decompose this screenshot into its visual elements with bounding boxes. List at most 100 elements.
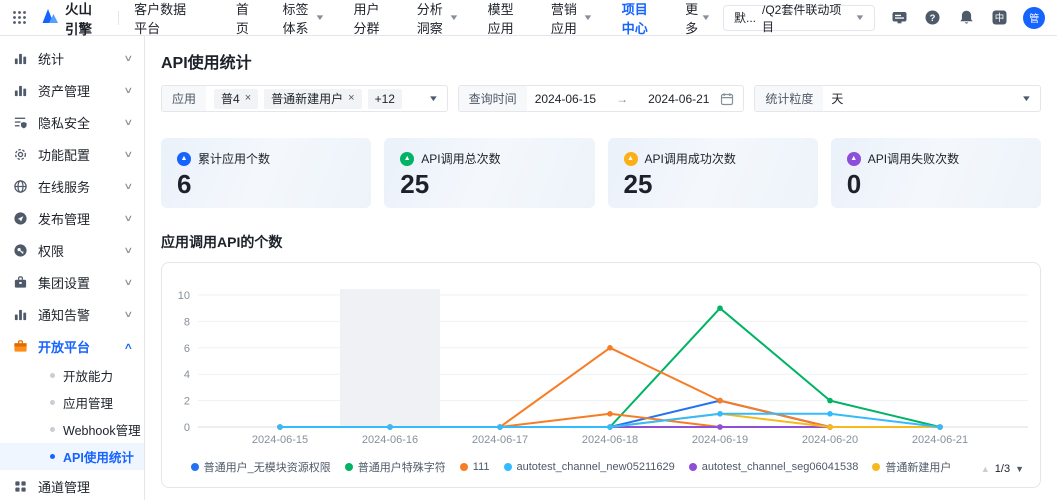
sidebar-item-1[interactable]: 资产管理 ∨ [0, 74, 144, 106]
chevron-down-icon: ∨ [123, 116, 134, 127]
nav-item-label: 更多 [685, 1, 699, 36]
line-chart: 0 2 4 6 8 10 2024-06-15 2024-06-16 2024-06-17 202… [162, 271, 1040, 452]
sidebar-subitem-label: 应用管理 [63, 397, 114, 411]
bar-chart-icon [12, 306, 28, 322]
chart-section-title: 应用调用API的个数 [161, 234, 283, 250]
legend-label: 普通新建用户 [885, 462, 952, 474]
filter-tag-2[interactable]: +12 [367, 88, 402, 109]
stat-label: API调用总次数 [421, 152, 501, 166]
filter-tag-1[interactable]: 普通新建用户 × [264, 88, 362, 109]
stat-label: API调用失败次数 [867, 152, 960, 166]
nav-item-6[interactable]: 项目中心 [609, 0, 668, 36]
legend-item-4[interactable]: autotest_channel_seg06041538 [688, 461, 858, 473]
sidebar-item-0[interactable]: 统计 ∨ [0, 42, 144, 74]
nav-item-0[interactable]: 首页 [223, 0, 266, 36]
date-range-filter[interactable]: 查询时间 2024-06-15 → 2024-06-21 [457, 85, 745, 112]
apps-grid-icon[interactable] [12, 10, 27, 25]
sidebar-item-2[interactable]: 隐私安全 ∨ [0, 106, 144, 138]
chevron-up-icon: ∧ [123, 340, 134, 351]
legend-label: 普通用户特殊字符 [357, 462, 446, 474]
apps-icon [12, 478, 28, 494]
legend-page-indicator: 1/3 [994, 463, 1011, 475]
page-title: API使用统计 [161, 55, 252, 72]
sidebar-item-label: 资产管理 [38, 83, 91, 99]
app-filter[interactable]: 应用 普4 × 普通新建用户 × +12 ▼ [161, 85, 448, 112]
sidebar-subitem-label: Webhook管理 [63, 424, 141, 438]
sidebar-subitem-label: API使用统计 [63, 451, 134, 465]
svg-text:6: 6 [184, 343, 190, 355]
stat-badge-icon: ▲ [623, 151, 638, 166]
sidebar-item-7[interactable]: 集团设置 ∨ [0, 266, 144, 298]
bar-chart-icon [12, 50, 28, 66]
key-icon [12, 242, 28, 258]
sidebar-subitem-label: 开放能力 [63, 370, 114, 384]
stat-label: API调用成功次数 [644, 152, 736, 166]
legend-dot-icon [344, 463, 353, 471]
nav-item-4[interactable]: 模型应用 [475, 0, 534, 36]
legend-page-up-icon[interactable]: ▲ [981, 464, 990, 474]
legend-page-down-icon[interactable]: ▼ [1015, 464, 1024, 474]
privacy-icon [12, 114, 28, 130]
sidebar-item-9[interactable]: 开放平台 ∧ [0, 330, 144, 362]
app-filter-label: 应用 [162, 86, 207, 111]
nav-item-3[interactable]: 分析洞察 ▼ [404, 0, 471, 36]
legend-label: 普通用户_无模块资源权限 [203, 462, 331, 474]
nav-item-2[interactable]: 用户分群 [340, 0, 399, 36]
stat-badge-icon: ▲ [846, 151, 861, 166]
notification-bell-icon[interactable] [956, 8, 976, 28]
sidebar-item-3[interactable]: 功能配置 ∨ [0, 138, 144, 170]
sidebar-item-8[interactable]: 通知告警 ∨ [0, 298, 144, 330]
range-arrow-icon: → [616, 91, 629, 106]
sidebar-item-10[interactable]: 通道管理 [0, 470, 144, 500]
legend-item-1[interactable]: 普通用户特殊字符 [344, 459, 446, 475]
sidebar-subitem-9-2[interactable]: Webhook管理 [0, 416, 144, 443]
sidebar-subitem-9-3[interactable]: API使用统计 [0, 443, 144, 470]
chevron-down-icon[interactable]: ▼ [428, 94, 447, 103]
app-window: 火山引擎 客户数据平台 首页 标签体系 ▼ 用户分群 分析洞察 ▼ 模型应用 营销应用 ▼ 项目中… [0, 0, 1057, 500]
svg-text:0: 0 [184, 422, 190, 434]
calendar-icon[interactable] [720, 92, 743, 106]
sidebar-subitem-9-0[interactable]: 开放能力 [0, 362, 144, 389]
chevron-down-icon: ∨ [123, 148, 134, 159]
legend-item-0[interactable]: 普通用户_无模块资源权限 [190, 459, 331, 475]
svg-text:2024-06-20: 2024-06-20 [802, 434, 858, 446]
end-date[interactable]: 2024-06-21 [648, 92, 709, 106]
sidebar-item-6[interactable]: 权限 ∨ [0, 234, 144, 266]
close-icon[interactable]: × [348, 93, 354, 104]
legend-item-2[interactable]: 111 [459, 461, 490, 473]
console-icon[interactable] [889, 8, 909, 28]
svg-text:8: 8 [184, 316, 190, 328]
legend-item-3[interactable]: autotest_channel_new05211629 [503, 461, 675, 473]
sidebar-item-label: 开放平台 [38, 339, 91, 355]
chevron-down-icon[interactable]: ▼ [1021, 94, 1040, 103]
stats-row: ▲ 累计应用个数 6 ▲ API调用总次数 25 ▲ API调用成功次数 25 ▲ API调用失败次… [161, 138, 1041, 208]
briefcase-icon [12, 338, 28, 354]
legend-dot-icon [872, 463, 881, 471]
sidebar-subitem-9-1[interactable]: 应用管理 [0, 389, 144, 416]
sidebar-item-label: 集团设置 [38, 275, 91, 291]
language-toggle-icon[interactable]: 中 [990, 8, 1010, 28]
help-icon[interactable]: ? [923, 8, 943, 28]
send-icon [12, 210, 28, 226]
project-selector[interactable]: 默... /Q2套件联动项目 ▼ [723, 3, 876, 34]
filter-tag-0[interactable]: 普4 × [214, 88, 259, 109]
chevron-down-icon: ∨ [123, 276, 134, 287]
start-date[interactable]: 2024-06-15 [535, 92, 596, 106]
user-avatar[interactable]: 管 [1023, 6, 1045, 29]
stat-card-header: ▲ API调用成功次数 [623, 150, 802, 167]
nav-item-5[interactable]: 营销应用 ▼ [538, 0, 605, 36]
svg-text:2024-06-19: 2024-06-19 [692, 434, 748, 446]
brand[interactable]: 火山引擎 客户数据平台 [41, 0, 187, 38]
sidebar-item-4[interactable]: 在线服务 ∨ [0, 170, 144, 202]
chevron-down-icon: ∨ [123, 244, 134, 255]
nav-item-7[interactable]: 更多 ▼ [672, 0, 723, 36]
close-icon[interactable]: × [245, 93, 251, 104]
volcano-logo-icon [41, 8, 59, 27]
stat-card-2: ▲ API调用成功次数 25 [607, 138, 818, 208]
legend-item-5[interactable]: 普通新建用户 [872, 459, 951, 475]
sidebar-item-5[interactable]: 发布管理 ∨ [0, 202, 144, 234]
stat-value: 0 [846, 169, 862, 199]
granularity-filter[interactable]: 统计粒度 天 ▼ [754, 85, 1042, 112]
nav-item-1[interactable]: 标签体系 ▼ [270, 0, 337, 36]
legend-dot-icon [503, 463, 512, 471]
